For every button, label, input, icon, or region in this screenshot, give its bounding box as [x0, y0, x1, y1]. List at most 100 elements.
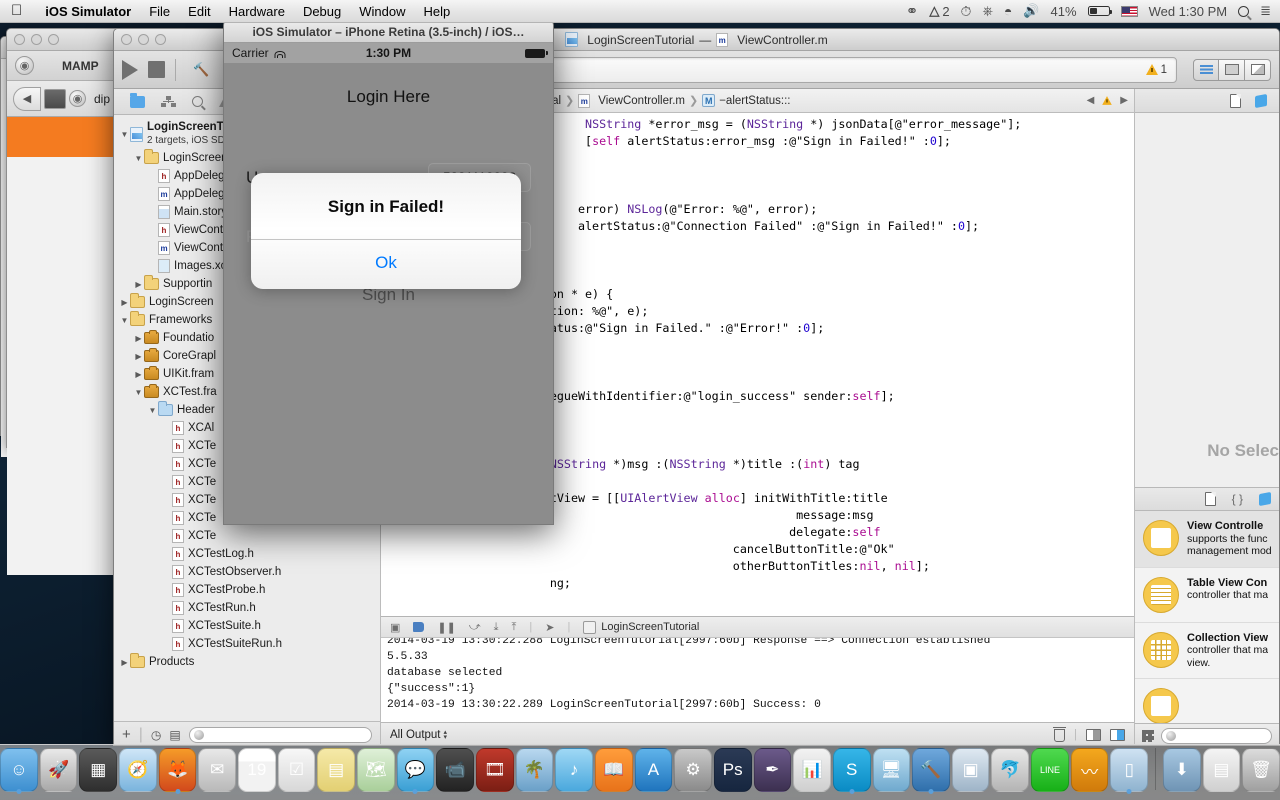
grid-view-icon[interactable]: [1142, 730, 1154, 742]
dock-item-mail[interactable]: ✉: [198, 748, 236, 792]
menu-item-window[interactable]: Window: [350, 4, 414, 19]
library-item[interactable]: View Controllesupports the funcmanagemen…: [1135, 511, 1279, 568]
code-snippet-library-tab[interactable]: { }: [1232, 492, 1243, 506]
apple-menu-icon[interactable]: : [11, 3, 22, 18]
disclosure-triangle-icon[interactable]: ▶: [134, 352, 143, 361]
debug-toolbar[interactable]: ▣ ❚❚ ⤻ ⤓ ⤒ | ➤ | LoginScreenTutorial: [381, 616, 1134, 638]
dock-item-iphoto[interactable]: 🌴: [516, 748, 554, 792]
next-issue-icon[interactable]: ▶: [1120, 95, 1128, 106]
debug-process-selector[interactable]: LoginScreenTutorial: [583, 621, 699, 634]
dock-item-trash[interactable]: 🗑: [1242, 748, 1280, 792]
search-navigator-tab[interactable]: [192, 96, 203, 107]
notification-center-icon[interactable]: ≣: [1260, 3, 1271, 19]
dock-item-notes[interactable]: ▤: [317, 748, 355, 792]
navigator-row[interactable]: hXCTestSuite.h: [114, 617, 380, 635]
dock-item-line[interactable]: LINE: [1031, 748, 1069, 792]
zoom-dot-icon[interactable]: [48, 34, 59, 45]
breadcrumb-item-3[interactable]: −alertStatus:::: [719, 95, 790, 107]
menu-bar-clock[interactable]: Wed 1:30 PM: [1149, 4, 1228, 19]
object-library-tab[interactable]: [1259, 493, 1271, 505]
time-machine-icon[interactable]: ⏱: [961, 3, 972, 20]
navigator-row[interactable]: hXCTestProbe.h: [114, 581, 380, 599]
scheme-selector[interactable]: 🔨: [186, 59, 216, 81]
file-inspector-tab[interactable]: [1230, 94, 1241, 108]
project-navigator-tab[interactable]: [130, 96, 145, 108]
breadcrumb-item-2[interactable]: ViewController.m: [598, 95, 685, 107]
dock-item-mission-control[interactable]: ▦: [79, 748, 117, 792]
disclosure-triangle-icon[interactable]: ▶: [134, 334, 143, 343]
disclosure-triangle-icon[interactable]: ▼: [134, 154, 143, 163]
disclosure-triangle-icon[interactable]: ▶: [134, 280, 143, 289]
editor-mode-segmented-control[interactable]: [1193, 59, 1271, 81]
disclosure-triangle-icon[interactable]: ▼: [120, 130, 129, 139]
symbol-navigator-tab[interactable]: [161, 96, 176, 107]
assistant-editor-button[interactable]: [1219, 59, 1245, 81]
dock-item-ibooks[interactable]: 📖: [595, 748, 633, 792]
menu-item-edit[interactable]: Edit: [179, 4, 219, 19]
mac-menu-bar[interactable]:  iOS Simulator File Edit Hardware Debug…: [0, 0, 1280, 23]
dock-item-launchpad[interactable]: 🚀: [40, 748, 78, 792]
library-item[interactable]: [1135, 679, 1279, 723]
wifi-icon[interactable]: ◓: [1004, 3, 1012, 19]
run-button[interactable]: [122, 60, 138, 80]
show-variables-view-icon[interactable]: [1086, 729, 1101, 741]
breakpoints-toggle-icon[interactable]: [413, 622, 424, 632]
navigator-row[interactable]: ▶Products: [114, 653, 380, 671]
creative-cloud-icon[interactable]: ⚭: [906, 2, 919, 20]
previous-issue-icon[interactable]: ◀: [1087, 95, 1095, 106]
navigator-filter-input[interactable]: [189, 727, 372, 743]
library-filter-input[interactable]: [1161, 728, 1272, 744]
recent-filter-icon[interactable]: ◷: [151, 728, 161, 742]
dock-item-photo-booth[interactable]: 🎞: [476, 748, 514, 792]
step-over-icon[interactable]: ⤻: [469, 621, 481, 634]
add-button[interactable]: +: [122, 726, 131, 743]
menu-item-hardware[interactable]: Hardware: [220, 4, 294, 19]
dock-item-downloads-folder[interactable]: ⬇: [1163, 748, 1201, 792]
bluetooth-icon[interactable]: ⎈: [982, 3, 992, 19]
us-flag-icon[interactable]: [1121, 6, 1138, 17]
navigator-row[interactable]: hXCTestRun.h: [114, 599, 380, 617]
mac-dock[interactable]: ☺🚀▦🧭🦊✉19☑▤🗺💬📹🎞🌴♪📖A⚙Ps✒📊S🖥🔨▣🐬LINE〰▯⬇▤🗑: [0, 744, 1280, 800]
ios-app-screen[interactable]: Login Here Username 5331110002 Password …: [224, 63, 553, 525]
dock-item-maps[interactable]: 🗺: [357, 748, 395, 792]
disclosure-triangle-icon[interactable]: ▼: [134, 388, 143, 397]
adobe-icon[interactable]: △: [929, 3, 939, 19]
step-into-icon[interactable]: ⤓: [494, 621, 499, 634]
inspector-tab-bar[interactable]: [1135, 89, 1279, 113]
dock-item-safari[interactable]: 🧭: [119, 748, 157, 792]
dock-item-numbers[interactable]: 📊: [793, 748, 831, 792]
navigator-row[interactable]: hXCTestObserver.h: [114, 563, 380, 581]
show-console-view-icon[interactable]: [1110, 729, 1125, 741]
dock-item-ios-simulator[interactable]: ▯: [1110, 748, 1148, 792]
step-out-icon[interactable]: ⤒: [511, 621, 516, 634]
ios-simulator-window[interactable]: iOS Simulator – iPhone Retina (3.5-inch)…: [223, 20, 554, 525]
pause-icon[interactable]: ❚❚: [437, 621, 455, 634]
back-button[interactable]: ◀: [13, 87, 41, 111]
dock-item-skype[interactable]: S: [833, 748, 871, 792]
quick-help-tab[interactable]: [1255, 95, 1267, 107]
library-tab-bar[interactable]: { }: [1135, 487, 1279, 511]
simulator-titlebar[interactable]: iOS Simulator – iPhone Retina (3.5-inch)…: [224, 21, 553, 43]
dock-item-calendar[interactable]: 19: [238, 748, 276, 792]
console-filter-label[interactable]: All Output: [390, 729, 441, 741]
dock-item-system-preferences[interactable]: ⚙: [674, 748, 712, 792]
disclosure-triangle-icon[interactable]: ▶: [134, 370, 143, 379]
debug-console-output[interactable]: 2014-03-19 13:30:22.288 LoginScreenTutor…: [381, 638, 1134, 722]
dock-item-firefox[interactable]: 🦊: [159, 748, 197, 792]
library-item[interactable]: Collection Viewcontroller that maview.: [1135, 623, 1279, 680]
dock-item-illustrator-tools[interactable]: ✒: [754, 748, 792, 792]
object-library-list[interactable]: View Controllesupports the funcmanagemen…: [1135, 511, 1279, 723]
dock-item-photoshop[interactable]: Ps: [714, 748, 752, 792]
close-dot-icon[interactable]: [14, 34, 25, 45]
dock-item-finder[interactable]: ☺: [0, 748, 38, 792]
menu-item-debug[interactable]: Debug: [294, 4, 350, 19]
source-control-filter-icon[interactable]: ▤: [169, 728, 180, 742]
dock-item-itunes[interactable]: ♪: [555, 748, 593, 792]
dock-item-facetime[interactable]: 📹: [436, 748, 474, 792]
disclosure-triangle-icon[interactable]: ▶: [120, 658, 129, 667]
clear-console-icon[interactable]: [1054, 729, 1065, 742]
dock-item-documents-stack[interactable]: ▤: [1203, 748, 1241, 792]
volume-icon[interactable]: 🔊: [1023, 3, 1039, 19]
dock-item-sequel-pro[interactable]: 🐬: [991, 748, 1029, 792]
dock-item-messages[interactable]: 💬: [397, 748, 435, 792]
